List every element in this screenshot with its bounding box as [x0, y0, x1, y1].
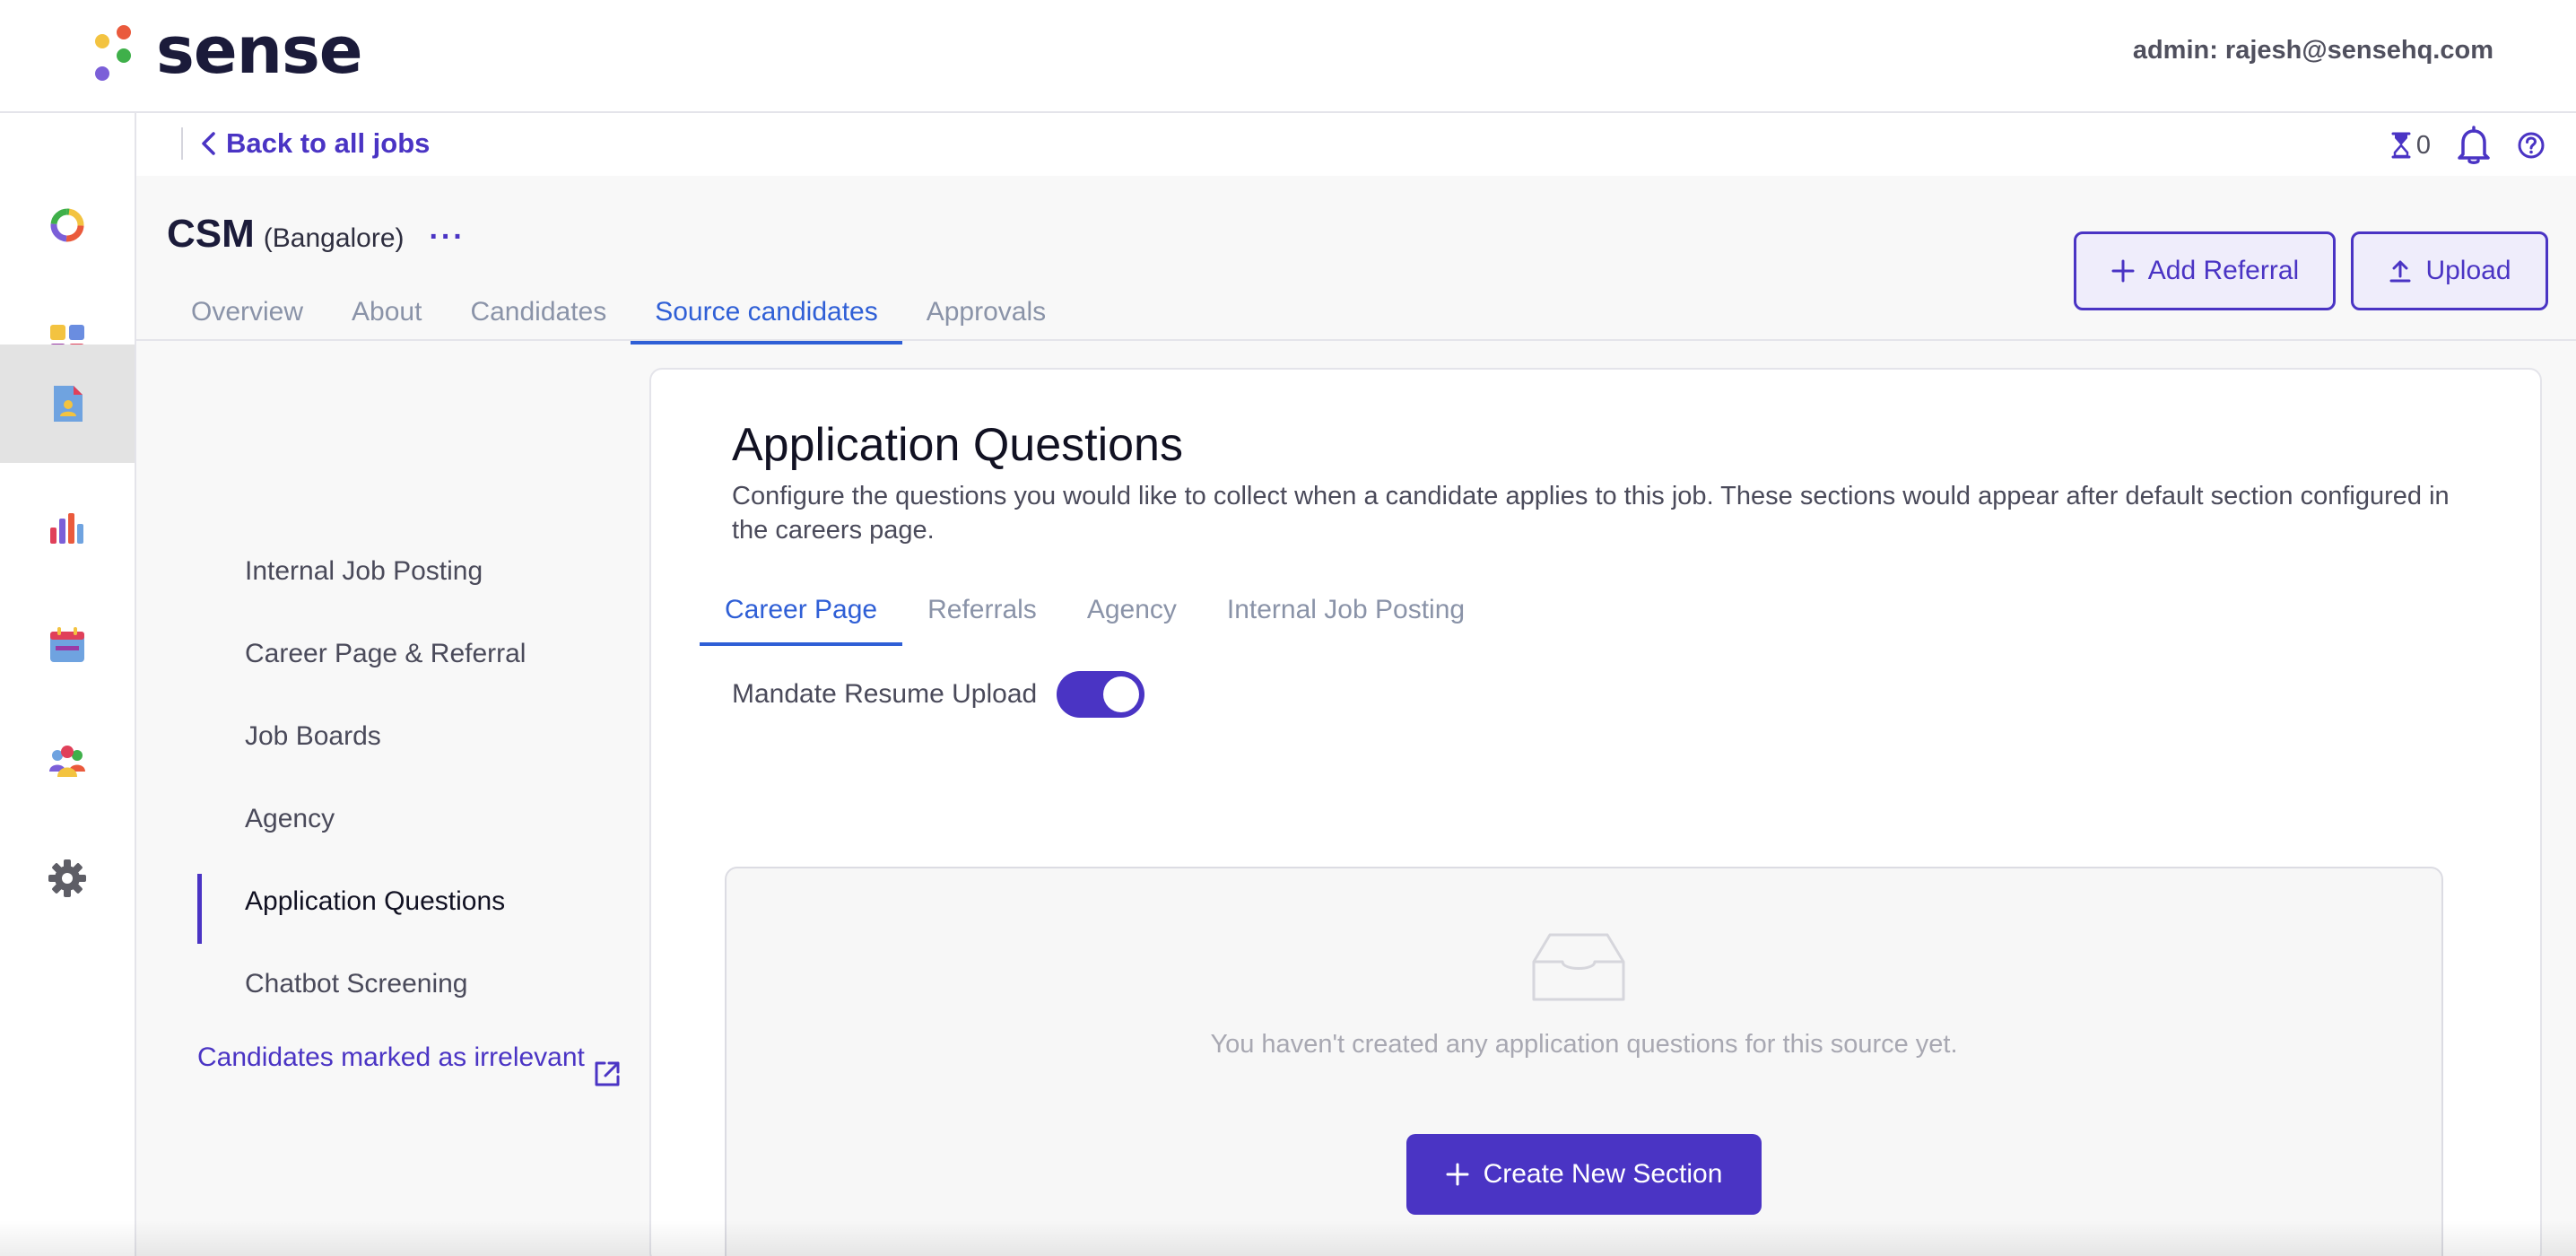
upload-icon	[2389, 260, 2411, 283]
rail-item-dashboard[interactable]	[0, 167, 135, 283]
add-referral-label: Add Referral	[2147, 256, 2300, 285]
irrelevant-link-label: Candidates marked as irrelevant	[197, 1042, 585, 1072]
plus-icon	[2111, 259, 2135, 283]
empty-state: You haven't created any application ques…	[725, 867, 2443, 1256]
application-questions-card: Application Questions Configure the ques…	[649, 368, 2542, 1256]
help-icon[interactable]	[2517, 131, 2546, 160]
irrelevant-candidates-link[interactable]: Candidates marked as irrelevant	[197, 1042, 622, 1089]
pending-count: 0	[2415, 130, 2431, 160]
bar-chart-icon	[50, 513, 83, 544]
hourglass-icon	[2391, 132, 2411, 159]
tabs-divider	[136, 339, 2576, 341]
tab-internal-job-posting[interactable]: Internal Job Posting	[1202, 574, 1490, 646]
tab-career-page[interactable]: Career Page	[700, 574, 903, 646]
sense-logo[interactable]: sense	[90, 13, 363, 90]
tab-overview[interactable]: Overview	[167, 280, 327, 345]
calendar-icon	[50, 627, 84, 662]
job-document-icon	[54, 386, 83, 422]
external-link-icon	[595, 1061, 620, 1086]
job-name: CSM	[167, 212, 255, 256]
tab-approvals[interactable]: Approvals	[902, 280, 1070, 345]
upload-button[interactable]: Upload	[2351, 231, 2548, 310]
inbox-icon	[1532, 933, 1625, 1001]
rail-item-jobs[interactable]	[0, 345, 135, 463]
brand-name: sense	[156, 13, 363, 88]
job-title: CSM (Bangalore) ···	[167, 212, 466, 257]
top-header: sense admin: rajesh@sensehq.com	[0, 0, 2576, 113]
sub-toolbar: Back to all jobs 0	[136, 113, 2576, 176]
create-section-label: Create New Section	[1483, 1159, 1723, 1189]
upload-label: Upload	[2425, 256, 2511, 285]
donut-icon	[50, 208, 84, 242]
rail-item-analytics[interactable]	[0, 470, 135, 587]
source-tabs: Career Page Referrals Agency Internal Jo…	[700, 574, 1490, 646]
add-referral-button[interactable]: Add Referral	[2074, 231, 2336, 310]
bell-icon[interactable]	[2456, 126, 2492, 165]
subnav-item-agency[interactable]: Agency	[245, 804, 335, 834]
subnav-item-internal-job-posting[interactable]: Internal Job Posting	[245, 556, 483, 587]
tab-agency[interactable]: Agency	[1062, 574, 1202, 646]
pending-counter[interactable]: 0	[2389, 131, 2431, 161]
card-description: Configure the questions you would like t…	[732, 482, 2450, 545]
tab-about[interactable]: About	[327, 280, 446, 345]
rail-item-calendar[interactable]	[0, 587, 135, 703]
logo-dots-icon	[90, 22, 144, 86]
mandate-resume-toggle[interactable]	[1057, 671, 1145, 718]
toolbar-divider	[181, 127, 183, 160]
tab-referrals[interactable]: Referrals	[902, 574, 1062, 646]
rail-item-settings[interactable]	[0, 820, 135, 937]
job-tabs: Overview About Candidates Source candida…	[167, 280, 1070, 345]
back-link-label: Back to all jobs	[226, 127, 431, 159]
mandate-resume-row: Mandate Resume Upload	[732, 671, 1145, 718]
tab-candidates[interactable]: Candidates	[446, 280, 631, 345]
subnav-item-chatbot-screening[interactable]: Chatbot Screening	[245, 969, 468, 999]
job-location: (Bangalore)	[263, 223, 405, 253]
bottom-shadow	[0, 1220, 2576, 1256]
rail-item-people[interactable]	[0, 703, 135, 820]
subnav-item-career-page-referral[interactable]: Career Page & Referral	[245, 639, 526, 669]
subnav-item-job-boards[interactable]: Job Boards	[245, 721, 381, 752]
more-options-icon[interactable]: ···	[430, 220, 466, 255]
chevron-left-icon	[202, 132, 215, 155]
subnav-active-indicator	[197, 874, 202, 944]
empty-state-text: You haven't created any application ques…	[1210, 1030, 1958, 1059]
gear-icon	[48, 859, 86, 897]
tab-source-candidates[interactable]: Source candidates	[631, 280, 902, 345]
app-sidebar	[0, 113, 136, 1256]
people-icon	[49, 746, 85, 777]
back-to-jobs-link[interactable]: Back to all jobs	[197, 127, 430, 160]
mandate-resume-label: Mandate Resume Upload	[732, 679, 1038, 709]
plus-icon	[1446, 1163, 1469, 1186]
main-content: Back to all jobs 0 CSM (Bangalore) ··· O…	[136, 113, 2576, 1256]
toolbar-icons: 0	[2389, 126, 2546, 165]
toggle-knob	[1103, 676, 1140, 712]
create-new-section-button[interactable]: Create New Section	[1406, 1134, 1762, 1215]
subnav-item-application-questions[interactable]: Application Questions	[245, 886, 505, 917]
admin-user-label[interactable]: admin: rajesh@sensehq.com	[2133, 36, 2493, 65]
card-title: Application Questions	[732, 419, 1183, 471]
